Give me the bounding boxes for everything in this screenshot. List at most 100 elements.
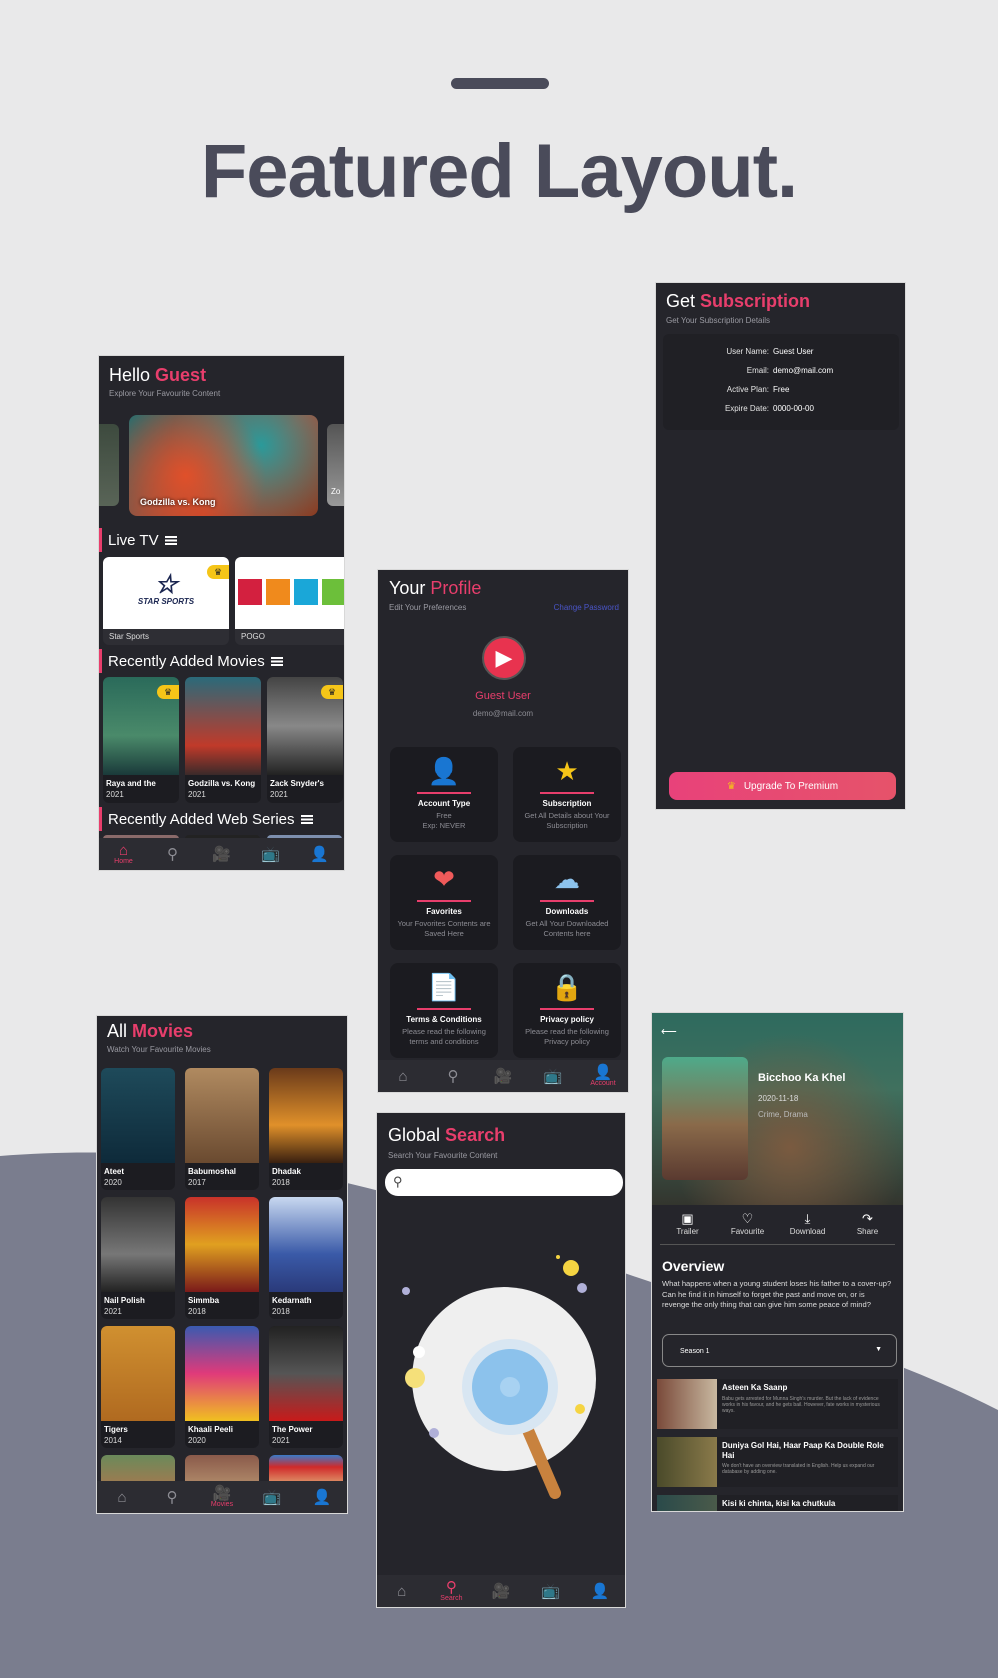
- nav-item-live-tv[interactable]: 📺: [252, 1490, 292, 1505]
- cloud-download-icon: ☁: [554, 864, 580, 894]
- profile-card-favorites[interactable]: ❤ Favorites Your Fovorites Contents are Sa…: [390, 855, 498, 950]
- trailer-button[interactable]: ▣ Trailer: [660, 1211, 715, 1244]
- recent-movies-header[interactable]: Recently Added Movies: [99, 649, 283, 673]
- movie-title: Zack Snyder's: [270, 779, 324, 788]
- episode-title: Kisi ki chinta, kisi ka chutkula: [722, 1499, 836, 1508]
- episode-item[interactable]: Duniya Gol Hai, Haar Paap Ka Double Role…: [657, 1437, 898, 1487]
- search-box[interactable]: ⚲: [385, 1169, 623, 1196]
- heart-outline-icon: ♡: [741, 1211, 754, 1226]
- movie-card[interactable]: The Power 2021: [269, 1326, 343, 1448]
- account-icon: 👤: [590, 1582, 610, 1600]
- card-description: Please read the following terms and cond…: [402, 1027, 486, 1046]
- nav-item-live-tv[interactable]: 📺: [251, 847, 291, 862]
- search-title: Global Search: [388, 1125, 506, 1145]
- nav-item-search[interactable]: ⚲ Search: [431, 1580, 471, 1603]
- back-arrow-icon[interactable]: ⟵: [661, 1025, 677, 1038]
- search-input[interactable]: [411, 1173, 611, 1192]
- banner-prev-peek[interactable]: [99, 424, 119, 506]
- banner-next-peek[interactable]: Zo: [327, 424, 344, 506]
- upgrade-premium-button[interactable]: ♛ Upgrade To Premium: [669, 772, 896, 800]
- episode-thumbnail: [657, 1495, 717, 1511]
- movie-card[interactable]: Tigers 2014: [101, 1326, 175, 1448]
- nav-item-account[interactable]: 👤: [300, 847, 340, 862]
- avatar-play-logo[interactable]: ▶: [482, 636, 526, 680]
- movie-title: Ateet: [104, 1167, 125, 1176]
- channel-card[interactable]: POGO: [235, 557, 344, 645]
- episode-title: Asteen Ka Saanp: [722, 1383, 788, 1392]
- movie-card[interactable]: ♛ Zack Snyder's 2021: [267, 677, 343, 803]
- movie-card[interactable]: Godzilla vs. Kong 2021: [185, 677, 261, 803]
- bottom-nav: ⌂ ⚲ 🎥 📺 👤 Account: [378, 1060, 628, 1092]
- nav-item-home[interactable]: ⌂: [382, 1584, 422, 1599]
- card-description: Free Exp: NEVER: [422, 811, 466, 830]
- movie-card[interactable]: Dhadak 2018: [269, 1068, 343, 1190]
- movie-title: Kedarnath: [272, 1296, 312, 1305]
- nav-item-account[interactable]: 👤: [302, 1490, 342, 1505]
- movie-poster: [185, 1197, 259, 1292]
- episode-item[interactable]: Kisi ki chinta, kisi ka chutkula: [657, 1495, 898, 1511]
- share-button[interactable]: ↷ Share: [840, 1211, 895, 1244]
- download-button[interactable]: ⤓ Download: [780, 1211, 835, 1244]
- nav-item-home[interactable]: ⌂: [383, 1069, 423, 1084]
- nav-item-search[interactable]: ⚲: [152, 1490, 192, 1505]
- profile-card-terms-conditions[interactable]: 📄 Terms & Conditions Please read the follo…: [390, 963, 498, 1058]
- movie-poster: [185, 1068, 259, 1163]
- nav-item-live-tv[interactable]: 📺: [531, 1584, 571, 1599]
- movie-camera-icon: 🎥: [212, 845, 231, 863]
- movie-card[interactable]: Khaali Peeli 2020: [185, 1326, 259, 1448]
- subscription-info-card: User Name: Guest User Email: demo@mail.com A…: [663, 334, 899, 430]
- nav-item-search[interactable]: ⚲: [433, 1069, 473, 1084]
- episode-item[interactable]: Asteen Ka Saanp Babu gets arrested for Mu…: [657, 1379, 898, 1429]
- profile-card-subscription[interactable]: ★ Subscription Get All Details about Your …: [513, 747, 621, 842]
- episode-thumbnail: [657, 1379, 717, 1429]
- card-title: Downloads: [545, 907, 589, 916]
- movie-card[interactable]: ♛ Raya and the 2021: [103, 677, 179, 803]
- search-illustration: [402, 1255, 596, 1499]
- card-title: Terms & Conditions: [406, 1015, 482, 1024]
- nav-item-movies[interactable]: 🎥: [483, 1069, 523, 1084]
- movie-year: 2021: [188, 790, 206, 799]
- nav-item-live-tv[interactable]: 📺: [533, 1069, 573, 1084]
- nav-item-home[interactable]: ⌂ Home: [104, 843, 144, 866]
- change-password-link[interactable]: Change Password: [554, 603, 619, 612]
- home-title: Hello Guest: [109, 365, 207, 385]
- profile-card-account-type[interactable]: 👤 Account Type Free Exp: NEVER: [390, 747, 498, 842]
- season-select[interactable]: Season 1 ▼: [662, 1334, 897, 1367]
- nav-item-account[interactable]: 👤 Account: [583, 1065, 623, 1088]
- nav-item-account[interactable]: 👤: [580, 1584, 620, 1599]
- movie-title: Dhadak: [272, 1167, 301, 1176]
- card-title: Account Type: [417, 799, 471, 808]
- movie-card[interactable]: Babumoshal 2017: [185, 1068, 259, 1190]
- profile-card-downloads[interactable]: ☁ Downloads Get All Your Downloaded Conten…: [513, 855, 621, 950]
- movie-poster: [269, 1326, 343, 1421]
- movie-year: 2014: [104, 1436, 122, 1445]
- divider: [540, 1008, 594, 1010]
- tv-icon: 📺: [262, 1488, 282, 1506]
- dropdown-caret-icon: ▼: [875, 1346, 882, 1353]
- movie-card[interactable]: Simmba 2018: [185, 1197, 259, 1319]
- channel-card[interactable]: ☆ STAR SPORTS ♛ Star Sports: [103, 557, 229, 645]
- row-value: 0000-00-00: [773, 404, 814, 413]
- nav-item-movies[interactable]: 🎥: [481, 1584, 521, 1599]
- nav-item-movies[interactable]: 🎥 Movies: [202, 1486, 242, 1509]
- profile-card-privacy-policy[interactable]: 🔒 Privacy policy Please read the following…: [513, 963, 621, 1058]
- movie-title: Simmba: [188, 1296, 220, 1305]
- favourite-button[interactable]: ♡ Favourite: [720, 1211, 775, 1244]
- movie-card[interactable]: Nail Polish 2021: [101, 1197, 175, 1319]
- share-icon: ↷: [862, 1211, 873, 1226]
- nav-item-home[interactable]: ⌂: [102, 1490, 142, 1505]
- search-subtitle: Search Your Favourite Content: [388, 1151, 498, 1160]
- movie-year: 2017: [188, 1178, 206, 1187]
- nav-item-movies[interactable]: 🎥: [202, 847, 242, 862]
- featured-banner[interactable]: Godzilla vs. Kong: [129, 415, 318, 516]
- episode-description: Babu gets arrested for Munna Singh's mur…: [722, 1396, 880, 1414]
- live-tv-header[interactable]: Live TV: [99, 528, 177, 552]
- recent-series-header[interactable]: Recently Added Web Series: [99, 807, 313, 831]
- page-title: Featured Layout.: [200, 129, 798, 214]
- movie-card[interactable]: Ateet 2020: [101, 1068, 175, 1190]
- card-title: Privacy policy: [540, 1015, 594, 1024]
- nav-item-search[interactable]: ⚲: [153, 847, 193, 862]
- movie-card[interactable]: Kedarnath 2018: [269, 1197, 343, 1319]
- movie-year: 2021: [272, 1436, 290, 1445]
- movie-year: 2021: [106, 790, 124, 799]
